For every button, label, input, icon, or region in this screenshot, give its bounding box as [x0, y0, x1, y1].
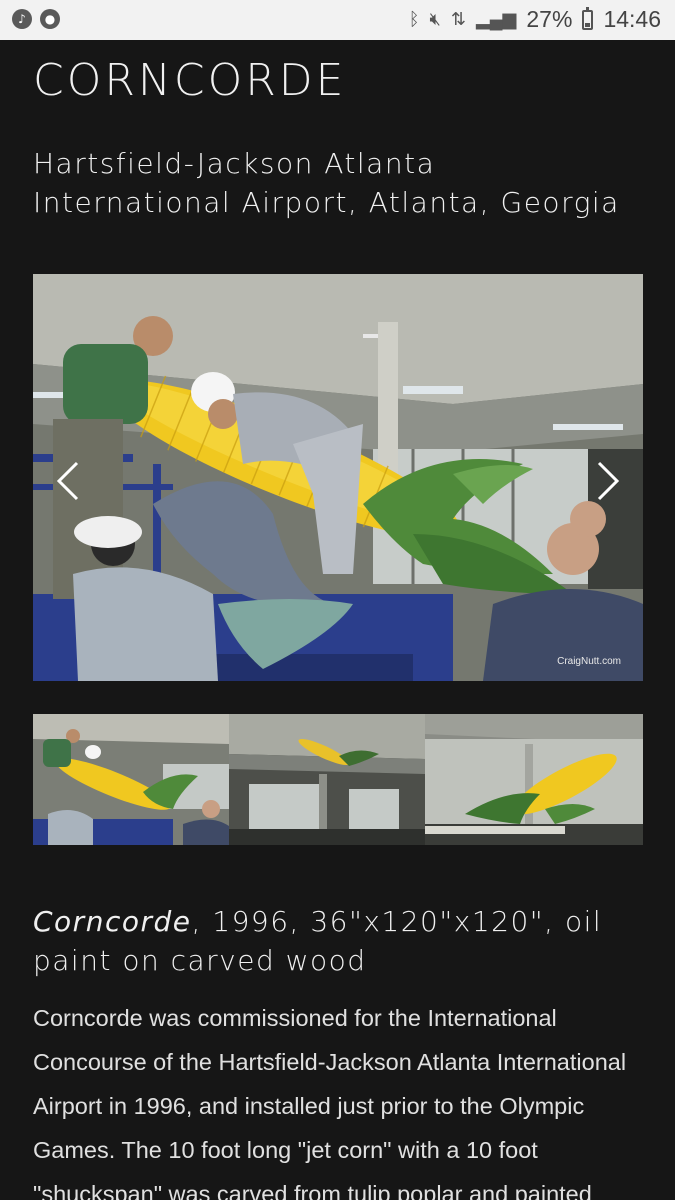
status-bar: ♪ ● ᛒ 🔇︎ ⇅ ▂▄▆ 27% 14:46 [0, 0, 675, 40]
installation-photo [33, 274, 643, 681]
gallery-thumbnails [33, 714, 643, 845]
clock: 14:46 [603, 6, 661, 32]
data-icon: ⇅ [450, 9, 466, 29]
page-title: CORNCORDE [33, 55, 347, 106]
status-left-icons: ♪ ● [12, 9, 60, 29]
signal-icon: ▂▄▆ [475, 9, 517, 29]
thumbnail-3[interactable] [425, 714, 643, 845]
next-arrow-icon[interactable] [591, 459, 625, 503]
previous-arrow-icon[interactable] [51, 459, 85, 503]
mute-icon: 🔇︎ [429, 9, 441, 29]
music-icon: ♪ [12, 9, 32, 29]
thumbnail-2[interactable] [229, 714, 425, 845]
status-right: ᛒ 🔇︎ ⇅ ▂▄▆ 27% 14:46 [409, 6, 661, 33]
battery-percent: 27% [526, 6, 573, 32]
app-icon: ● [40, 9, 60, 29]
thumbnail-1[interactable] [33, 714, 229, 845]
bluetooth-icon: ᛒ [408, 9, 420, 29]
location-subtitle: Hartsfield-Jackson Atlanta International… [33, 147, 620, 219]
gallery-main-image[interactable]: CraigNutt.com [33, 274, 643, 681]
battery-icon [582, 6, 594, 30]
artwork-title: Corncorde [33, 905, 192, 938]
artwork-description: Corncorde was commissioned for the Inter… [33, 1005, 627, 1200]
artwork-caption: Corncorde, 1996, 36"x120"x120", oil pain… [33, 902, 653, 980]
photo-watermark: CraigNutt.com [557, 656, 621, 667]
